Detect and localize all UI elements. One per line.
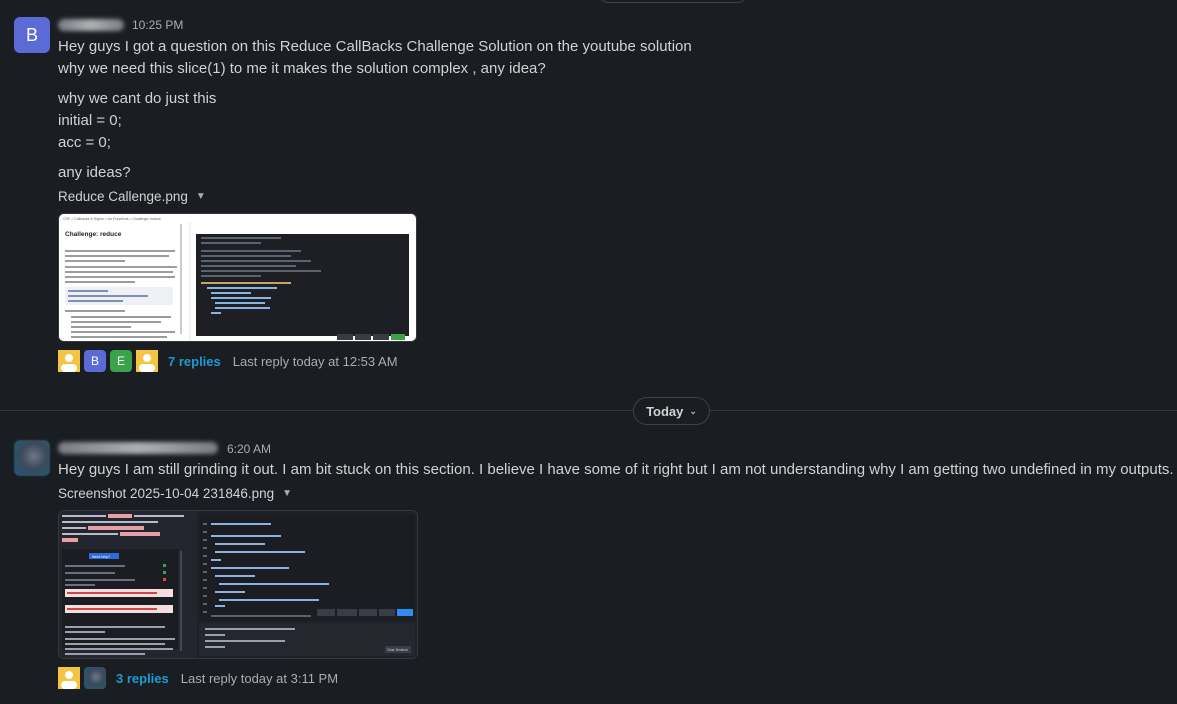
attachment-image-thumbnail[interactable]: Need help? Clear Terminal <box>58 510 418 659</box>
message-line: any ideas? <box>58 164 131 181</box>
user-avatar-icon <box>136 350 158 372</box>
thumb-title: Challenge: reduce <box>65 231 122 238</box>
sender-name-blurred[interactable] <box>58 19 124 31</box>
message-line: why we need this slice(1) to me it makes… <box>58 60 546 77</box>
user-avatar[interactable]: B <box>14 17 50 53</box>
attachment-image-thumbnail[interactable]: CDF > Callbacks & Higher > Arr Functions… <box>58 213 417 342</box>
message-line: Hey guys I got a question on this Reduce… <box>58 38 692 55</box>
reply-avatar-photo <box>84 667 106 689</box>
message-line: acc = 0; <box>58 134 111 151</box>
message-timestamp[interactable]: 6:20 AM <box>227 442 271 456</box>
thumb-breadcrumb: CDF > Callbacks & Higher > Arr Functions… <box>63 217 161 221</box>
date-divider-pill-top[interactable] <box>597 0 749 3</box>
attachment-filename[interactable]: Screenshot 2025-10-04 231846.png <box>58 486 274 501</box>
replies-link[interactable]: 3 replies <box>116 671 169 686</box>
chevron-down-icon[interactable]: ▼ <box>282 488 292 499</box>
chevron-down-icon: ⌄ <box>689 405 697 416</box>
attachment-filename[interactable]: Reduce Callenge.png <box>58 189 188 204</box>
message-line: Hey guys I am still grinding it out. I a… <box>58 461 1174 478</box>
reply-avatar: E <box>110 350 132 372</box>
date-divider-pill[interactable]: Today ⌄ <box>633 397 710 425</box>
reply-avatar: B <box>84 350 106 372</box>
screenshot-preview: CDF > Callbacks & Higher > Arr Functions… <box>59 214 416 341</box>
replies-link[interactable]: 7 replies <box>168 354 221 369</box>
thread-summary[interactable]: 3 replies Last reply today at 3:11 PM <box>58 667 338 689</box>
message-line: initial = 0; <box>58 112 122 129</box>
thread-summary[interactable]: B E 7 replies Last reply today at 12:53 … <box>58 350 398 372</box>
date-divider-line <box>0 410 1177 411</box>
message-timestamp[interactable]: 10:25 PM <box>132 18 183 32</box>
thumb-clear-terminal: Clear Terminal <box>387 648 408 652</box>
last-reply-text: Last reply today at 3:11 PM <box>180 670 339 686</box>
screenshot-preview: Need help? Clear Terminal <box>59 511 415 658</box>
date-divider-label: Today <box>646 403 684 419</box>
thumb-help-button: Need help? <box>92 555 110 559</box>
attachment-header[interactable]: Screenshot 2025-10-04 231846.png ▼ <box>58 486 292 501</box>
sender-name-blurred[interactable] <box>58 442 218 454</box>
attachment-header[interactable]: Reduce Callenge.png ▼ <box>58 189 206 204</box>
last-reply-text: Last reply today at 12:53 AM <box>232 353 398 369</box>
user-avatar-icon <box>58 667 80 689</box>
message-line: why we cant do just this <box>58 90 217 107</box>
user-avatar[interactable] <box>14 440 50 476</box>
user-avatar-icon <box>58 350 80 372</box>
chevron-down-icon[interactable]: ▼ <box>196 191 206 202</box>
